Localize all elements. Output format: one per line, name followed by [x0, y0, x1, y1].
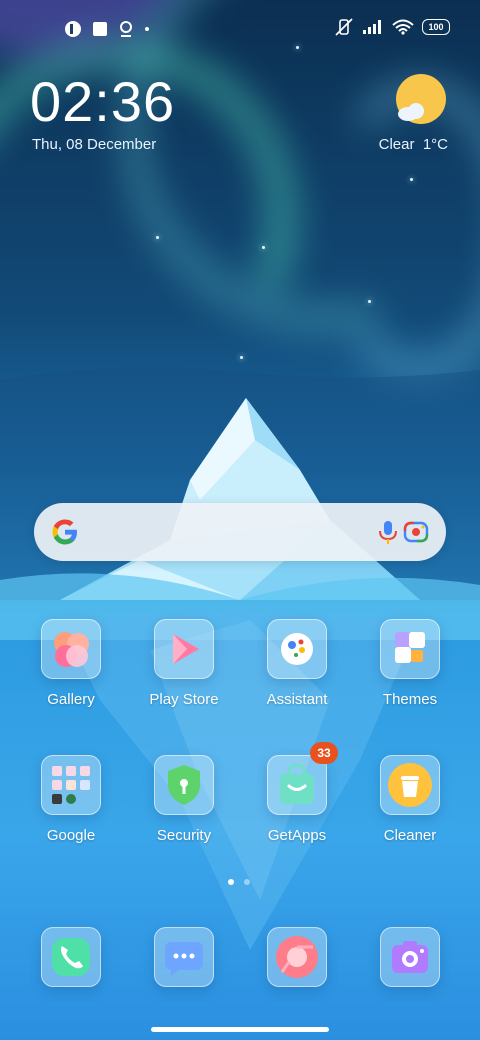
cleaner-icon — [380, 755, 440, 815]
app-label: Play Store — [149, 691, 219, 708]
phone-icon — [41, 927, 101, 987]
dock-browser[interactable] — [249, 927, 345, 987]
app-cleaner[interactable]: Cleaner — [362, 755, 458, 844]
wifi-icon — [392, 19, 414, 35]
weather-temperature: 1°C — [422, 136, 448, 153]
vibrate-off-icon — [335, 18, 353, 36]
google-logo-icon — [52, 519, 77, 545]
app-label: Security — [156, 827, 212, 844]
status-bar: 100 — [0, 14, 480, 42]
app-play-store[interactable]: Play Store — [136, 619, 232, 708]
page-dot-2[interactable] — [244, 879, 250, 885]
clock-time[interactable]: 02:36 — [30, 72, 175, 132]
notification-badge: 33 — [310, 742, 338, 764]
app-label: Google — [46, 827, 96, 844]
app-label: Gallery — [47, 691, 95, 708]
assistant-icon — [267, 619, 327, 679]
google-folder-icon — [41, 755, 101, 815]
google-search-bar[interactable] — [34, 503, 446, 561]
weather-summary[interactable]: Clear 1°C — [379, 136, 448, 153]
app-assistant[interactable]: Assistant — [249, 619, 345, 708]
play-store-icon — [154, 619, 214, 679]
google-lens-icon[interactable] — [402, 518, 430, 546]
browser-icon — [267, 927, 327, 987]
app-themes[interactable]: Themes — [362, 619, 458, 708]
dock-camera[interactable] — [362, 927, 458, 987]
location-pin-icon — [120, 21, 132, 37]
square-notification-icon — [93, 22, 107, 36]
gallery-icon — [41, 619, 101, 679]
app-notification-icon — [65, 21, 81, 37]
signal-icon — [363, 20, 381, 34]
sun-cloud-icon[interactable] — [394, 74, 448, 128]
battery-icon: 100 — [422, 19, 450, 35]
gesture-navigation-bar[interactable] — [151, 1027, 329, 1032]
messages-icon — [154, 927, 214, 987]
app-google-folder[interactable]: Google — [23, 755, 119, 844]
app-label: GetApps — [267, 827, 327, 844]
app-security[interactable]: Security — [136, 755, 232, 844]
dock-phone[interactable] — [23, 927, 119, 987]
security-icon — [154, 755, 214, 815]
dock-messages[interactable] — [136, 927, 232, 987]
getapps-icon: 33 — [267, 742, 338, 815]
camera-icon — [380, 927, 440, 987]
page-indicator[interactable] — [228, 879, 250, 885]
app-label: Assistant — [266, 691, 328, 708]
dot-icon — [145, 27, 149, 31]
app-label: Themes — [382, 691, 438, 708]
themes-icon — [380, 619, 440, 679]
microphone-icon[interactable] — [374, 518, 402, 546]
app-gallery[interactable]: Gallery — [23, 619, 119, 708]
page-dot-1[interactable] — [228, 879, 234, 885]
app-getapps[interactable]: 33 GetApps — [249, 742, 345, 844]
app-label: Cleaner — [383, 827, 437, 844]
weather-condition: Clear — [378, 136, 415, 153]
clock-date[interactable]: Thu, 08 December — [32, 136, 156, 153]
